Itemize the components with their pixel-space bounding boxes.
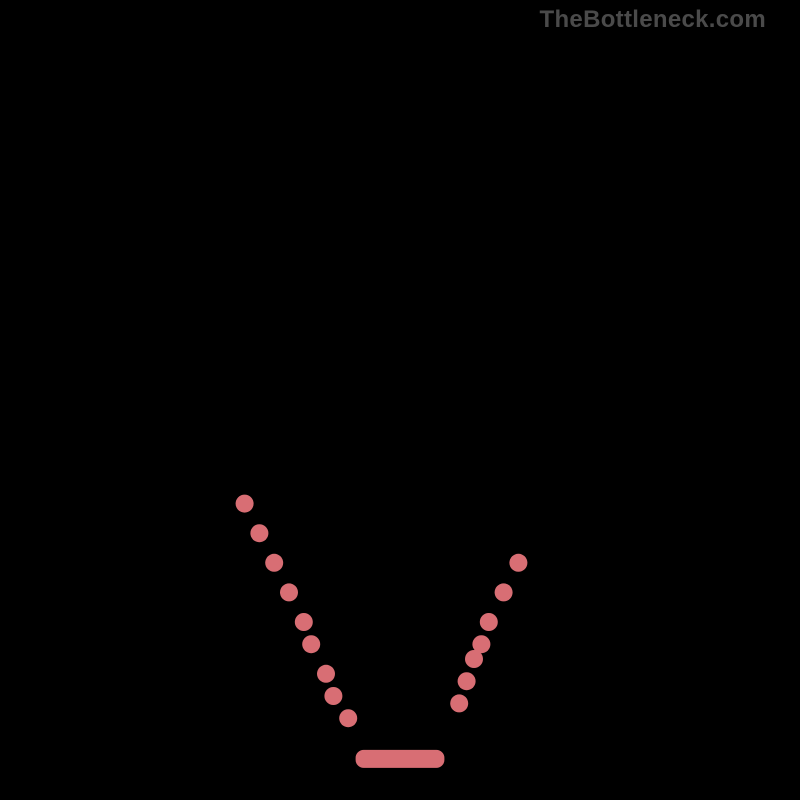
marker-dot	[236, 495, 254, 513]
marker-dot	[280, 583, 298, 601]
marker-dot	[324, 687, 342, 705]
marker-dot	[450, 694, 468, 712]
marker-dot	[302, 635, 320, 653]
chart-frame: TheBottleneck.com	[0, 0, 800, 800]
marker-cluster-left	[236, 495, 358, 728]
marker-dot	[295, 613, 313, 631]
marker-dot	[509, 554, 527, 572]
marker-dot	[495, 583, 513, 601]
marker-dot	[480, 613, 498, 631]
marker-dot	[458, 672, 476, 690]
marker-base-segment	[356, 750, 445, 768]
marker-cluster-right	[450, 554, 527, 713]
marker-dot	[472, 635, 490, 653]
chart-overlay	[30, 30, 770, 770]
marker-dot	[250, 524, 268, 542]
marker-dot	[339, 709, 357, 727]
marker-dot	[265, 554, 283, 572]
marker-dot	[317, 665, 335, 683]
bottleneck-curve	[30, 30, 770, 763]
